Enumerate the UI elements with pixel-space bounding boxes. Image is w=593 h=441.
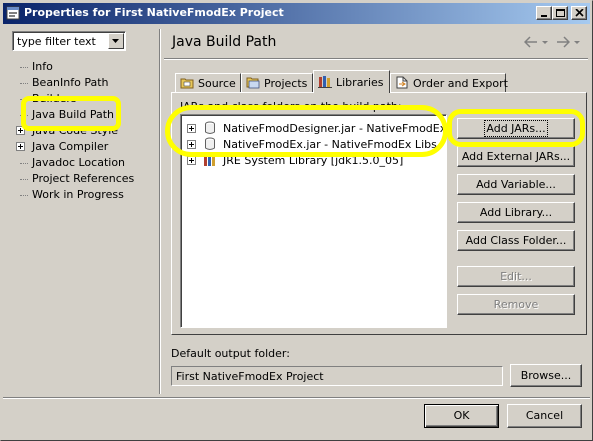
source-folder-icon [180, 76, 194, 89]
page-title: Java Build Path [172, 34, 277, 50]
jar-icon [203, 137, 217, 151]
expand-icon[interactable] [16, 142, 25, 151]
ok-button[interactable]: OK [424, 404, 499, 428]
title-bar[interactable]: Properties for First NativeFmodEx Projec… [3, 3, 590, 24]
library-icon [203, 153, 217, 167]
tab-label: Libraries [336, 76, 384, 89]
edit-button[interactable]: Edit... [457, 266, 575, 287]
expand-icon[interactable] [187, 140, 196, 149]
filter-text: type filter text [17, 35, 96, 48]
history-navigation [524, 35, 584, 51]
maximize-button[interactable] [552, 6, 568, 20]
add-jars-button[interactable]: Add JARs... [457, 118, 575, 139]
properties-icon [6, 6, 21, 20]
projects-icon [246, 76, 260, 89]
order-export-icon [395, 76, 409, 89]
close-button[interactable] [571, 6, 587, 20]
library-label: NativeFmodDesigner.jar - NativeFmodEx Li… [223, 122, 447, 135]
jar-icon [203, 121, 217, 135]
tree-item-label: Work in Progress [32, 188, 124, 201]
add-external-jars-button[interactable]: Add External JARs... [457, 146, 575, 167]
tab-label: Order and Export [413, 77, 508, 90]
add-class-folder-button[interactable]: Add Class Folder... [457, 230, 575, 251]
tab-order-and-export[interactable]: Order and Export [390, 73, 508, 92]
back-menu-chevron-icon[interactable] [541, 35, 549, 49]
footer-separator [3, 397, 590, 399]
tree-item-label: Project References [32, 172, 135, 185]
jars-label: JARs and class folders on the build path… [180, 100, 402, 113]
window-title: Properties for First NativeFmodEx Projec… [24, 6, 284, 19]
property-tree: Info BeanInfo Path Builders Java Build P… [12, 57, 156, 392]
properties-dialog: Properties for First NativeFmodEx Projec… [0, 0, 593, 441]
header-separator [164, 58, 588, 60]
tree-item-label: Java Compiler [32, 140, 109, 153]
tab-label: Source [198, 77, 236, 90]
libraries-icon [318, 75, 332, 88]
chevron-down-icon [112, 39, 119, 43]
sash-divider[interactable] [159, 29, 161, 394]
forward-arrow-icon[interactable] [556, 35, 570, 49]
filter-input[interactable]: type filter text [12, 31, 126, 51]
remove-button[interactable]: Remove [457, 294, 575, 315]
expand-icon[interactable] [187, 124, 196, 133]
library-label: NativeFmodEx.jar - NativeFmodEx Libs [223, 138, 437, 151]
tree-item-label: Java Code Style [32, 124, 119, 137]
tab-label: Projects [264, 77, 308, 90]
maximize-icon [556, 9, 565, 17]
tree-item-label: Java Build Path [32, 108, 115, 121]
add-library-button[interactable]: Add Library... [457, 202, 575, 223]
library-label: JRE System Library [jdk1.5.0_05] [223, 154, 404, 167]
output-folder-label: Default output folder: [171, 347, 290, 360]
tab-libraries[interactable]: Libraries [313, 70, 390, 93]
tree-item-label: Info [32, 60, 53, 73]
add-variable-button[interactable]: Add Variable... [457, 174, 575, 195]
close-icon [575, 9, 584, 17]
tab-projects[interactable]: Projects [241, 73, 313, 92]
output-folder-field[interactable]: First NativeFmodEx Project [171, 366, 503, 386]
filter-dropdown-button[interactable] [108, 33, 124, 49]
tab-source[interactable]: Source [175, 73, 241, 92]
minimize-button[interactable] [536, 6, 552, 20]
expand-icon[interactable] [187, 156, 196, 165]
build-path-tree[interactable]: NativeFmodDesigner.jar - NativeFmodEx Li… [180, 114, 447, 328]
browse-button[interactable]: Browse... [510, 364, 582, 387]
tree-item-label: Builders [32, 92, 77, 105]
tree-item-label: Javadoc Location [32, 156, 126, 169]
page-header: Java Build Path [164, 29, 588, 57]
tree-item-label: BeanInfo Path [32, 76, 109, 89]
minimize-icon [541, 15, 547, 17]
expand-icon[interactable] [16, 126, 25, 135]
back-arrow-icon[interactable] [524, 35, 538, 49]
forward-menu-chevron-icon[interactable] [573, 35, 581, 49]
cancel-button[interactable]: Cancel [507, 404, 582, 428]
